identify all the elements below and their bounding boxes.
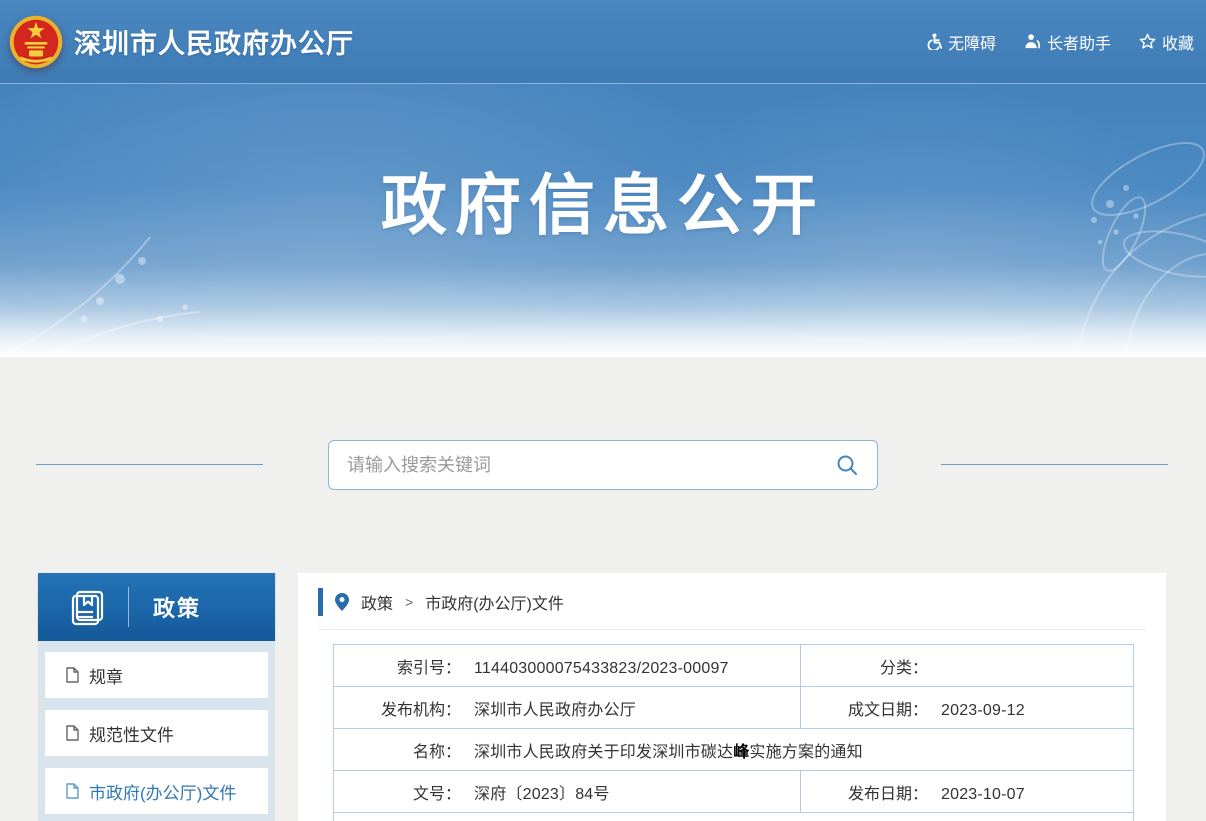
sidebar-list: 规章 规范性文件 市政府(办公厅)文件 bbox=[38, 641, 275, 821]
document-number-label: 文号： bbox=[334, 780, 461, 804]
document-number-cell: 文号： 深府〔2023〕84号 bbox=[334, 771, 801, 813]
location-pin-icon bbox=[335, 593, 349, 611]
breadcrumb-link-municipal-documents[interactable]: 市政府(办公厅)文件 bbox=[425, 590, 564, 614]
publish-date-label: 发布日期： bbox=[801, 780, 928, 804]
page: 深圳市人民政府办公厅 无障碍 长者助手 bbox=[0, 0, 1206, 821]
sidebar-header-divider bbox=[128, 587, 129, 627]
banner: 政府信息公开 bbox=[0, 84, 1206, 357]
document-icon bbox=[65, 783, 80, 799]
breadcrumb-accent-bar bbox=[318, 588, 323, 616]
index-number-label: 索引号： bbox=[334, 654, 461, 678]
index-number-value: 114403000075433823/2023-00097 bbox=[474, 660, 729, 677]
sidebar-item-label: 规范性文件 bbox=[89, 721, 174, 746]
sidebar: 政策 规章 规范性文件 bbox=[38, 573, 275, 821]
document-name-highlighted-keyword: 峰 bbox=[733, 744, 749, 761]
issuing-agency-value: 深圳市人民政府办公厅 bbox=[474, 702, 636, 719]
category-cell: 分类： bbox=[801, 645, 1134, 687]
accessibility-link[interactable]: 无障碍 bbox=[925, 30, 996, 54]
partial-row-cell bbox=[334, 813, 1134, 821]
issuing-agency-cell: 发布机构： 深圳市人民政府办公厅 bbox=[334, 687, 801, 729]
breadcrumb: 政策 > 市政府(办公厅)文件 bbox=[318, 588, 1146, 630]
document-name-value: 深圳市人民政府关于印发深圳市碳达峰实施方案的通知 bbox=[474, 744, 863, 761]
accessibility-label: 无障碍 bbox=[948, 30, 996, 54]
favorite-link[interactable]: 收藏 bbox=[1139, 30, 1194, 54]
written-date-cell: 成文日期： 2023-09-12 bbox=[801, 687, 1134, 729]
sidebar-item-normative-documents[interactable]: 规范性文件 bbox=[45, 710, 268, 756]
document-name-label: 名称： bbox=[334, 738, 461, 762]
sidebar-item-municipal-government-documents[interactable]: 市政府(办公厅)文件 bbox=[45, 768, 268, 814]
decorative-line-right bbox=[941, 464, 1168, 465]
sidebar-item-label: 市政府(办公厅)文件 bbox=[89, 779, 236, 804]
search-button[interactable] bbox=[835, 453, 859, 477]
breadcrumb-separator: > bbox=[405, 594, 413, 610]
elder-helper-label: 长者助手 bbox=[1047, 30, 1111, 54]
top-header-bar: 深圳市人民政府办公厅 无障碍 长者助手 bbox=[0, 0, 1206, 84]
top-links: 无障碍 长者助手 收藏 bbox=[925, 30, 1194, 54]
elder-helper-link[interactable]: 长者助手 bbox=[1024, 30, 1111, 54]
sidebar-item-label: 规章 bbox=[89, 663, 123, 688]
table-row-partial bbox=[334, 813, 1134, 821]
document-number-value: 深府〔2023〕84号 bbox=[474, 786, 610, 803]
table-row-name: 名称： 深圳市人民政府关于印发深圳市碳达峰实施方案的通知 bbox=[334, 729, 1134, 771]
document-icon bbox=[65, 725, 80, 741]
document-name-value-pre: 深圳市人民政府关于印发深圳市碳达 bbox=[474, 744, 733, 761]
accessibility-icon bbox=[925, 33, 942, 50]
document-name-value-post: 实施方案的通知 bbox=[749, 744, 862, 761]
category-label: 分类： bbox=[801, 654, 928, 678]
document-info-table: 索引号： 114403000075433823/2023-00097 分类： 发布… bbox=[333, 644, 1134, 821]
national-emblem-logo bbox=[8, 14, 64, 70]
main-panel: 政策 > 市政府(办公厅)文件 索引号： 114403000075433823/2… bbox=[298, 573, 1166, 821]
decorative-line-left bbox=[36, 464, 263, 465]
search-box bbox=[328, 440, 878, 490]
publish-date-value: 2023-10-07 bbox=[941, 786, 1025, 803]
sidebar-item-rules[interactable]: 规章 bbox=[45, 652, 268, 698]
issuing-agency-label: 发布机构： bbox=[334, 696, 461, 720]
publish-date-cell: 发布日期： 2023-10-07 bbox=[801, 771, 1134, 813]
table-row-docnumber-publishdate: 文号： 深府〔2023〕84号 发布日期： 2023-10-07 bbox=[334, 771, 1134, 813]
star-icon bbox=[1139, 33, 1156, 50]
breadcrumb-link-policy[interactable]: 政策 bbox=[361, 590, 393, 614]
document-name-cell: 名称： 深圳市人民政府关于印发深圳市碳达峰实施方案的通知 bbox=[334, 729, 1134, 771]
document-icon bbox=[65, 667, 80, 683]
search-icon bbox=[835, 453, 859, 477]
banner-title: 政府信息公开 bbox=[0, 152, 1206, 248]
policy-book-icon bbox=[68, 587, 108, 627]
favorite-label: 收藏 bbox=[1162, 30, 1194, 54]
elder-helper-icon bbox=[1024, 33, 1041, 50]
content-area: 政策 规章 规范性文件 bbox=[0, 357, 1206, 821]
sidebar-header-policy: 政策 bbox=[38, 573, 275, 641]
site-title[interactable]: 深圳市人民政府办公厅 bbox=[74, 22, 354, 61]
table-row-agency-date: 发布机构： 深圳市人民政府办公厅 成文日期： 2023-09-12 bbox=[334, 687, 1134, 729]
written-date-value: 2023-09-12 bbox=[941, 702, 1025, 719]
sidebar-header-label: 政策 bbox=[153, 591, 201, 623]
index-number-cell: 索引号： 114403000075433823/2023-00097 bbox=[334, 645, 801, 687]
table-row-index-category: 索引号： 114403000075433823/2023-00097 分类： bbox=[334, 645, 1134, 687]
written-date-label: 成文日期： bbox=[801, 696, 928, 720]
search-input[interactable] bbox=[347, 455, 835, 476]
